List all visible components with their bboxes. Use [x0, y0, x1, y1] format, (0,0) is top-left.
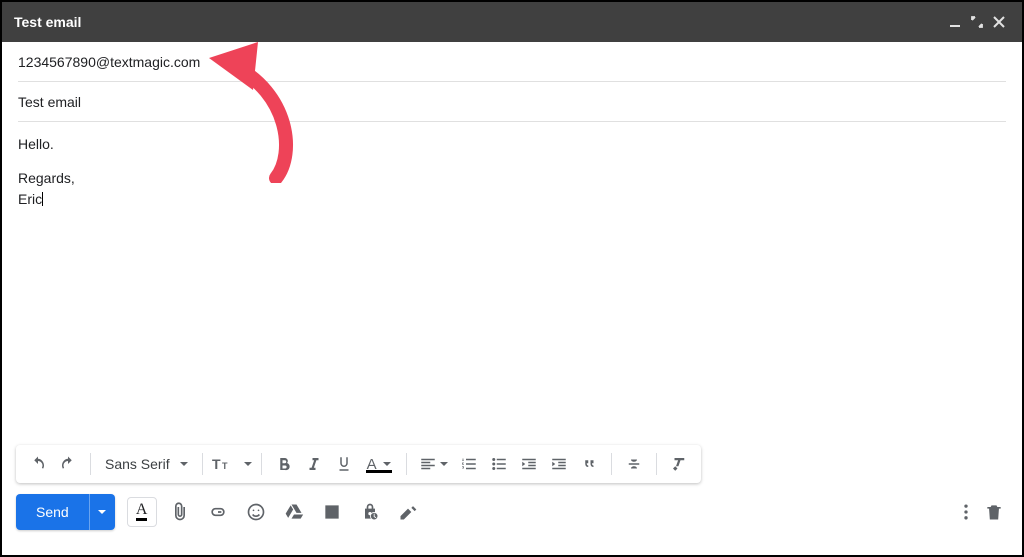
underline-button[interactable]	[330, 450, 358, 478]
subject-value: Test email	[18, 94, 81, 110]
toggle-formatting-button[interactable]: A	[127, 497, 157, 527]
confidential-mode-button[interactable]	[355, 497, 385, 527]
text-color-button[interactable]: A	[360, 450, 398, 478]
font-family-select[interactable]: Sans Serif	[99, 450, 194, 478]
undo-button[interactable]	[24, 450, 52, 478]
font-name: Sans Serif	[105, 456, 170, 472]
attach-file-button[interactable]	[165, 497, 195, 527]
compose-action-icons: A	[127, 497, 423, 527]
chevron-down-icon	[383, 462, 391, 466]
svg-text:T: T	[222, 461, 228, 471]
insert-link-button[interactable]	[203, 497, 233, 527]
minimize-button[interactable]	[944, 11, 966, 33]
discard-draft-button[interactable]	[980, 498, 1008, 526]
clear-formatting-button[interactable]	[665, 450, 693, 478]
chevron-down-icon	[180, 462, 188, 466]
text-caret	[42, 192, 43, 206]
indent-less-button[interactable]	[515, 450, 543, 478]
align-button[interactable]	[415, 450, 453, 478]
insert-drive-button[interactable]	[279, 497, 309, 527]
chevron-down-icon	[440, 462, 448, 466]
italic-button[interactable]	[300, 450, 328, 478]
formatting-toolbar-wrap: Sans Serif T T A	[16, 445, 1008, 483]
popout-button[interactable]	[966, 11, 988, 33]
strikethrough-button[interactable]	[620, 450, 648, 478]
to-field[interactable]: 1234567890@textmagic.com	[18, 42, 1006, 82]
insert-photo-button[interactable]	[317, 497, 347, 527]
compose-title: Test email	[14, 14, 944, 30]
numbered-list-button[interactable]	[455, 450, 483, 478]
body-line: Eric	[18, 189, 1006, 209]
svg-text:T: T	[212, 456, 221, 472]
indent-more-button[interactable]	[545, 450, 573, 478]
bullet-list-button[interactable]	[485, 450, 513, 478]
more-options-button[interactable]	[952, 498, 980, 526]
chevron-down-icon	[98, 510, 106, 514]
font-size-button[interactable]: T T	[211, 450, 253, 478]
compose-action-bar: Send A	[2, 489, 1022, 535]
send-options-button[interactable]	[89, 494, 115, 530]
chevron-down-icon	[244, 462, 252, 466]
redo-button[interactable]	[54, 450, 82, 478]
body-line: Regards,	[18, 168, 1006, 188]
formatting-toolbar: Sans Serif T T A	[16, 445, 701, 483]
insert-emoji-button[interactable]	[241, 497, 271, 527]
compose-titlebar: Test email	[2, 2, 1022, 42]
insert-signature-button[interactable]	[393, 497, 423, 527]
bold-button[interactable]	[270, 450, 298, 478]
to-value: 1234567890@textmagic.com	[18, 54, 200, 70]
subject-field[interactable]: Test email	[18, 82, 1006, 122]
compose-fields: 1234567890@textmagic.com Test email	[2, 42, 1022, 122]
close-button[interactable]	[988, 11, 1010, 33]
send-button-group: Send	[16, 494, 115, 530]
compose-body[interactable]: Hello. Regards, Eric	[2, 122, 1022, 445]
body-line: Hello.	[18, 134, 1006, 154]
quote-button[interactable]	[575, 450, 603, 478]
send-button[interactable]: Send	[16, 494, 89, 530]
